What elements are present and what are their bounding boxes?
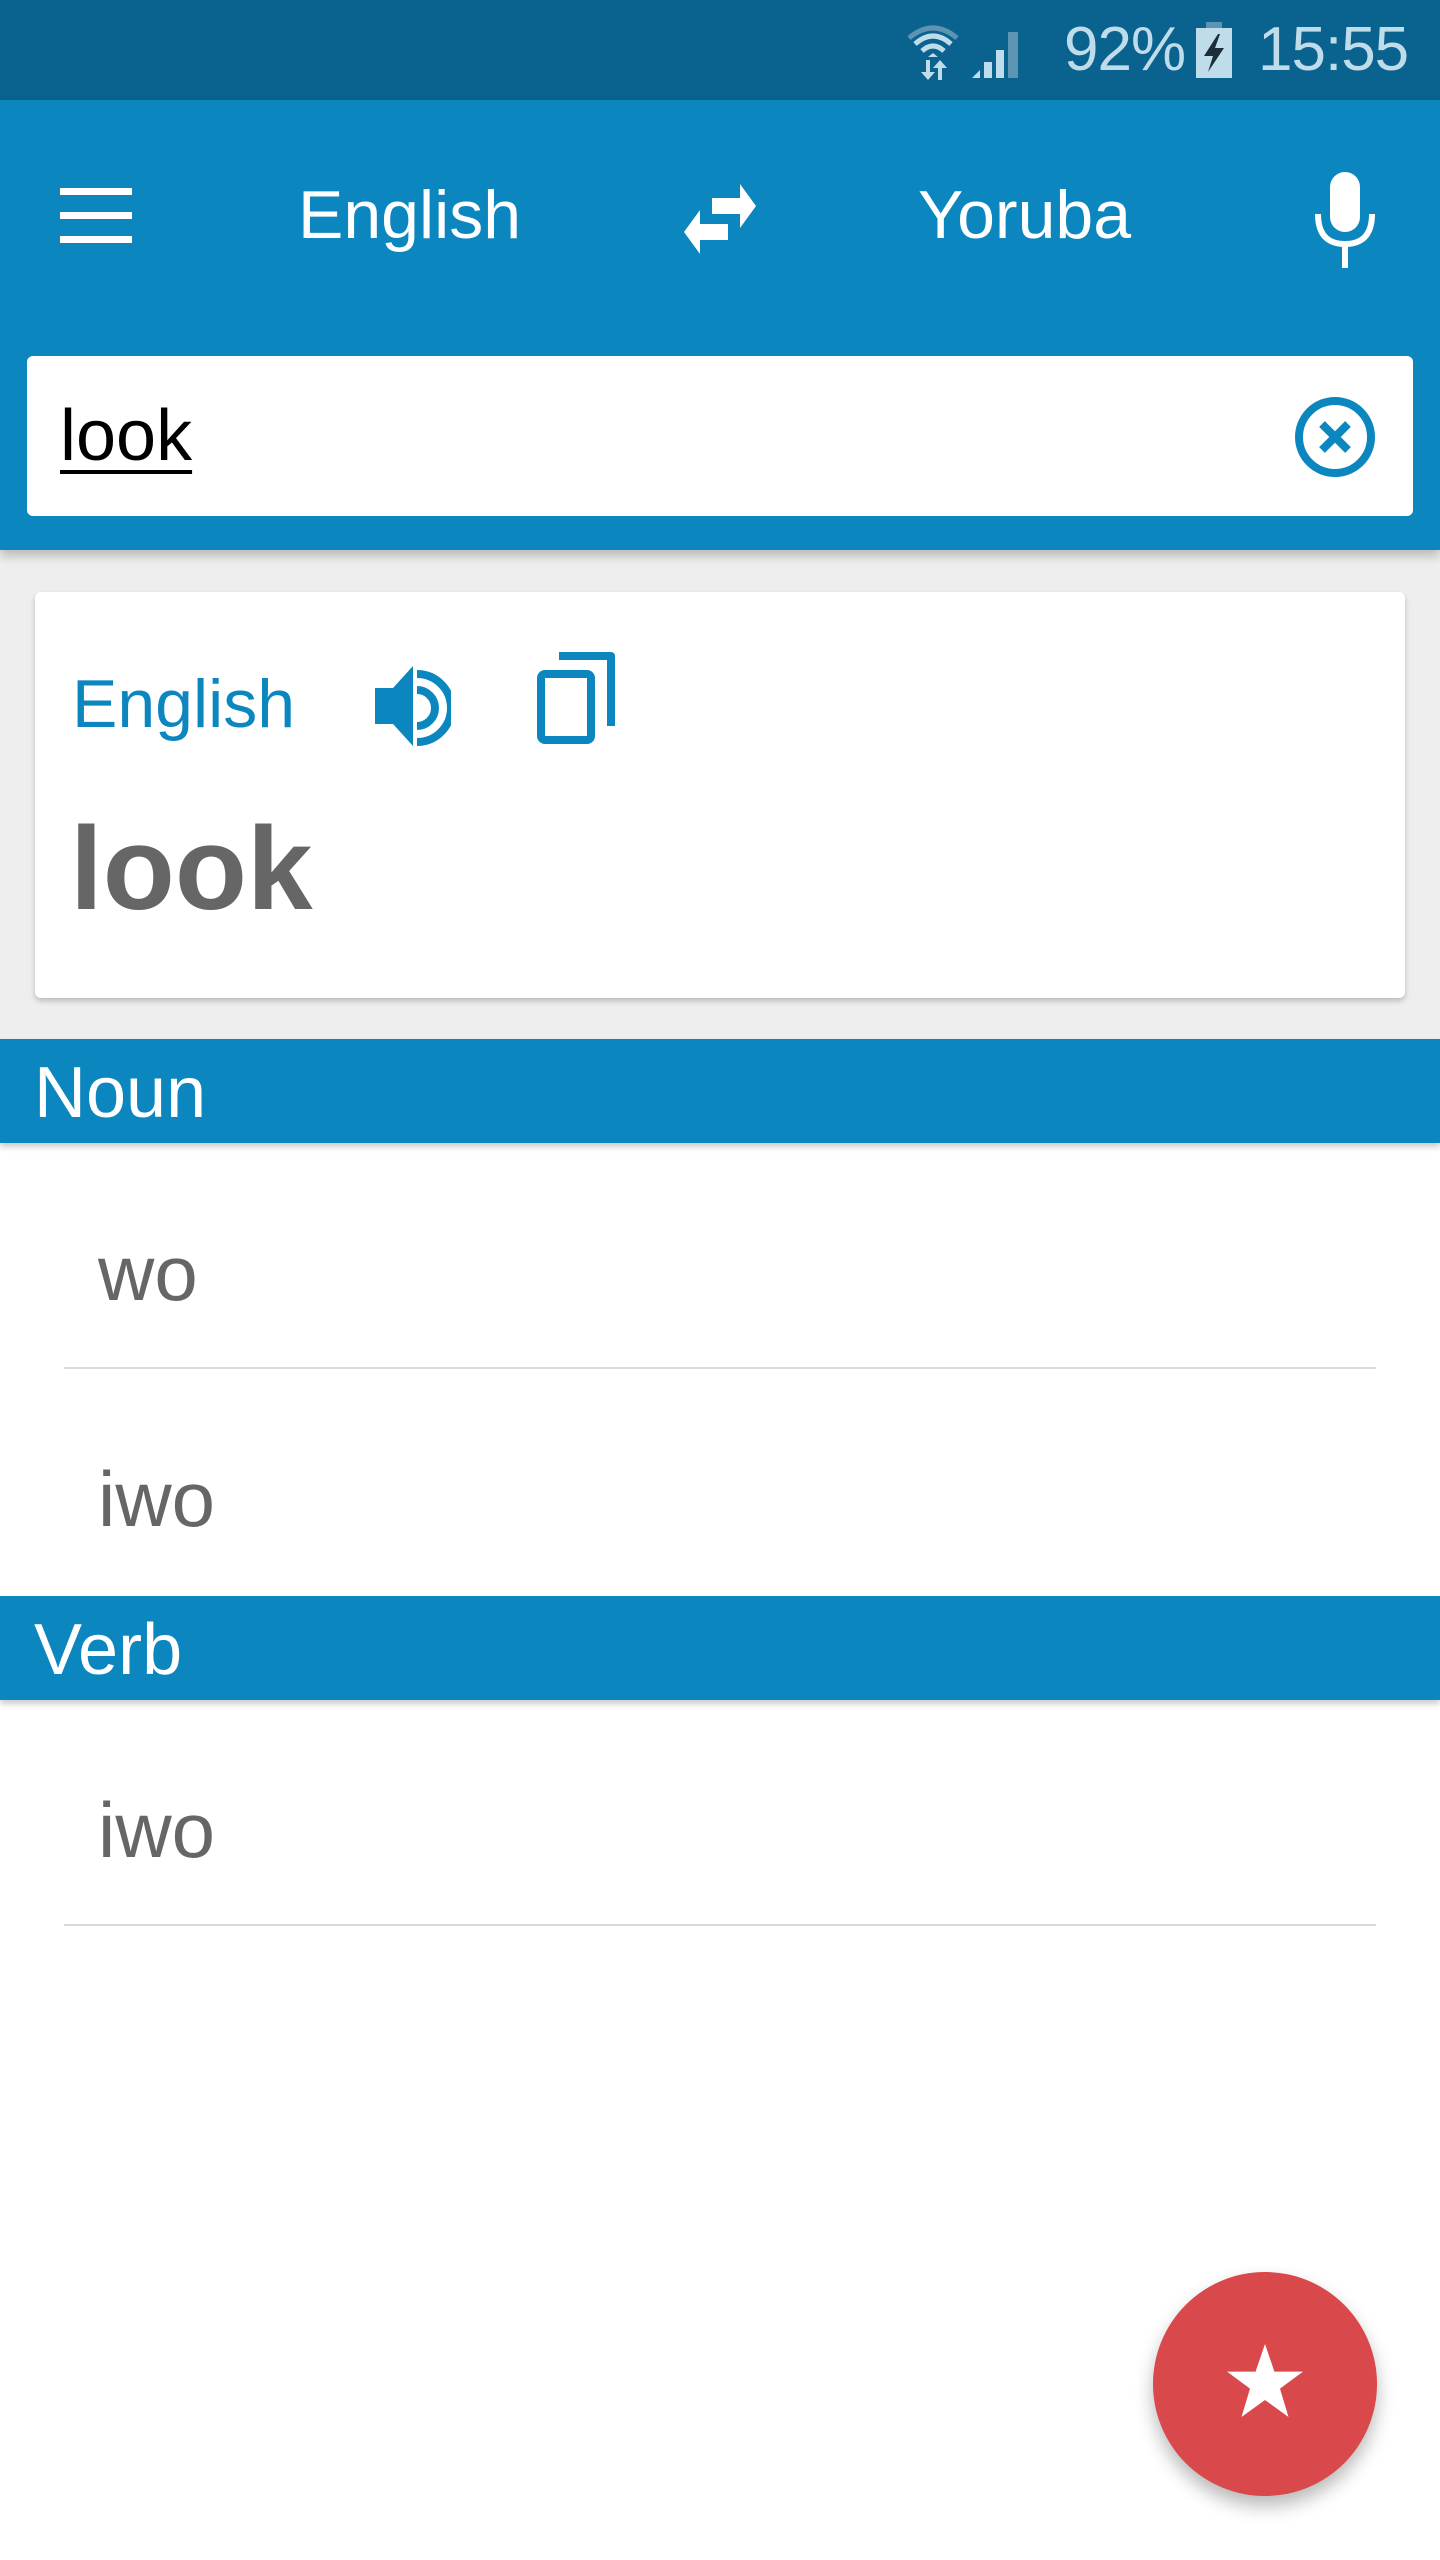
- copy-button[interactable]: [525, 642, 635, 752]
- battery-charging-icon: [1196, 22, 1232, 78]
- battery-percent: 92%: [1064, 15, 1186, 84]
- clear-circle-icon: [1294, 396, 1376, 478]
- speak-button[interactable]: [365, 652, 465, 752]
- search-field: [27, 356, 1413, 516]
- voice-input-button[interactable]: [1290, 160, 1400, 280]
- source-language-button[interactable]: English: [298, 175, 521, 255]
- hamburger-menu-icon: [60, 188, 132, 244]
- source-language-label: English: [72, 666, 296, 742]
- clear-search-button[interactable]: [1281, 382, 1389, 490]
- translation-text: iwo: [98, 1786, 216, 1874]
- section-title: Verb: [34, 1610, 183, 1690]
- source-word: look: [70, 803, 313, 935]
- translation-text: iwo: [98, 1455, 216, 1543]
- swap-languages-button[interactable]: [664, 170, 776, 270]
- search-input[interactable]: [60, 386, 1280, 486]
- section-title: Noun: [34, 1053, 207, 1133]
- translation-row[interactable]: wo: [0, 1143, 1440, 1369]
- speaker-icon: [375, 666, 455, 748]
- cell-signal-icon: [970, 26, 1022, 78]
- clock: 15:55: [1258, 15, 1409, 84]
- star-favorite-icon: [1225, 2344, 1305, 2420]
- app-bar: English Yoruba: [0, 100, 1440, 550]
- copy-icon: [537, 652, 617, 744]
- microphone-icon: [1315, 172, 1375, 268]
- row-divider: [64, 1924, 1376, 1926]
- translation-text: wo: [98, 1229, 198, 1317]
- translation-row[interactable]: iwo: [0, 1700, 1440, 1926]
- wifi-data-icon: [905, 22, 961, 80]
- section-header-noun: Noun: [0, 1039, 1440, 1143]
- favorite-fab-button[interactable]: [1153, 2272, 1377, 2496]
- translation-row[interactable]: iwo: [0, 1369, 1440, 1595]
- status-bar: 92% 15:55: [0, 0, 1440, 100]
- swap-languages-icon: [684, 184, 756, 254]
- target-language-button[interactable]: Yoruba: [918, 175, 1131, 255]
- source-word-card: English look: [35, 592, 1405, 998]
- menu-button[interactable]: [40, 164, 152, 268]
- section-header-verb: Verb: [0, 1596, 1440, 1700]
